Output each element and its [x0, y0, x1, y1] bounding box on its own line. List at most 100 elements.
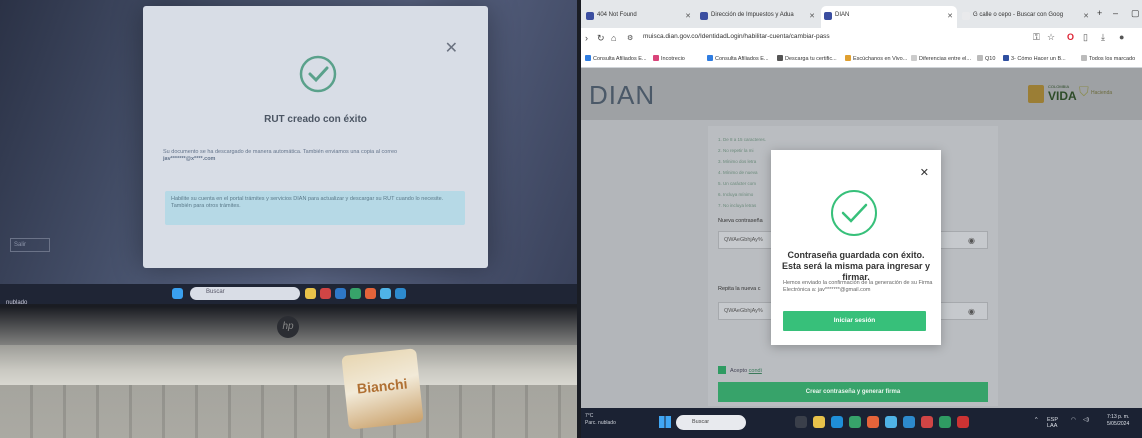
bookmark-item[interactable]: Consulta Afiliados E...	[707, 55, 769, 62]
bookmark-item[interactable]: 3- Cómo Hacer un B...	[1003, 55, 1066, 62]
taskbar-app-icon[interactable]	[320, 288, 331, 299]
eye-off-icon[interactable]: ◉	[968, 236, 975, 245]
eye-off-icon[interactable]: ◉	[968, 307, 975, 316]
weather-caption: nublado	[6, 300, 28, 306]
repeat-password-label: Repita la nueva c	[718, 286, 761, 292]
edge-icon[interactable]	[831, 416, 843, 428]
url-field[interactable]: muisca.dian.gov.co/IdentidadLogin/habili…	[643, 33, 830, 40]
home-icon[interactable]: ⌂	[611, 33, 616, 43]
modal-message: Su documento se ha descargado de manera …	[163, 149, 398, 163]
dialog-message: Hemos enviado la confirmación de la gene…	[783, 280, 933, 293]
close-icon[interactable]: ✕	[445, 38, 458, 58]
bookmark-icon	[653, 55, 659, 61]
close-tab-icon[interactable]: ✕	[809, 12, 815, 20]
taskbar-app-icon[interactable]	[395, 288, 406, 299]
task-view-icon[interactable]	[795, 416, 807, 428]
taskbar-search[interactable]: Buscar	[190, 287, 300, 300]
candy-wrapper: Bianchi	[341, 348, 424, 430]
app-icon[interactable]	[957, 416, 969, 428]
tab-direccion[interactable]: Dirección de Impuestos y Adua ✕	[697, 6, 819, 28]
reload-icon[interactable]: ↻	[597, 33, 605, 44]
app-icon[interactable]	[867, 416, 879, 428]
language-indicator[interactable]: ESP LAA	[1047, 417, 1058, 429]
site-info-icon[interactable]: ⚙	[627, 34, 633, 42]
laptop-photo: ✕ RUT creado con éxito Su documento se h…	[0, 0, 577, 438]
tab-google[interactable]: G calle o cepo - Buscar con Goog ✕	[959, 6, 1093, 28]
forward-icon[interactable]: ›	[585, 33, 588, 43]
key-icon[interactable]: ⚿	[1033, 32, 1040, 43]
windows-taskbar: 7°C Parc. nublado Buscar ^ ESP LAA ◠ ◁) 7…	[581, 408, 1142, 438]
photo-taskbar: Buscar	[0, 284, 577, 304]
hp-logo: hp	[277, 316, 299, 338]
maximize-icon[interactable]: ▢	[1131, 8, 1140, 19]
minimize-icon[interactable]: –	[1113, 8, 1118, 18]
address-bar: › ↻ ⌂ ⚙ muisca.dian.gov.co/IdentidadLogi…	[581, 28, 1142, 50]
shield-icon: ⛉	[1079, 84, 1089, 99]
tab-favicon-icon	[824, 12, 832, 20]
close-icon[interactable]: ✕	[920, 166, 929, 179]
download-icon[interactable]: ⤓	[1101, 32, 1105, 43]
bookmark-icon	[707, 55, 713, 61]
extension-icon[interactable]: O	[1067, 32, 1074, 42]
taskbar-app-icon[interactable]	[305, 288, 316, 299]
bookmark-item[interactable]: Q10	[977, 55, 995, 62]
dian-page: DIAN COLOMBIA VIDA ⛉ Hacienda 1. De 8 a …	[581, 68, 1142, 408]
site-header: DIAN COLOMBIA VIDA ⛉ Hacienda	[581, 68, 1142, 120]
bookmark-icon	[845, 55, 851, 61]
exit-button[interactable]: Salir	[10, 238, 50, 252]
word-icon[interactable]	[903, 416, 915, 428]
hacienda-logo: ⛉ Hacienda	[1079, 84, 1113, 99]
bookmark-item[interactable]: Incotrecio	[653, 55, 685, 62]
taskbar-app-icon[interactable]	[380, 288, 391, 299]
laptop-hinge	[0, 345, 577, 385]
password-saved-dialog: ✕ Contraseña guardada con éxito. Esta se…	[771, 150, 941, 345]
chrome-icon[interactable]	[849, 416, 861, 428]
tray-chevron-icon[interactable]: ^	[1035, 417, 1038, 423]
file-explorer-icon[interactable]	[813, 416, 825, 428]
excel-icon[interactable]	[939, 416, 951, 428]
checkbox-icon[interactable]	[718, 366, 726, 374]
bookmark-item[interactable]: Descarga tu certific...	[777, 55, 837, 62]
wifi-icon[interactable]: ◠	[1071, 417, 1076, 423]
all-bookmarks[interactable]: Todos los marcado	[1081, 55, 1135, 62]
windows-start-icon[interactable]	[172, 288, 183, 299]
pdf-icon[interactable]	[921, 416, 933, 428]
profile-icon[interactable]: ●	[1119, 32, 1124, 42]
close-tab-icon[interactable]: ✕	[1083, 12, 1089, 20]
info-banner: Habilite su cuenta en el portal trámites…	[165, 191, 465, 225]
bookmark-item[interactable]: Consulta Afiliados E...	[585, 55, 647, 62]
create-password-button[interactable]: Crear contraseña y generar firma	[718, 382, 988, 402]
tab-404[interactable]: 404 Not Found ✕	[583, 6, 695, 28]
modal-title: RUT creado con éxito	[264, 114, 367, 125]
bookmark-icon	[585, 55, 591, 61]
colombia-vida-logo: COLOMBIA VIDA	[1026, 83, 1082, 105]
weather-widget[interactable]: 7°C Parc. nublado	[585, 413, 616, 427]
bookmark-icon	[777, 55, 783, 61]
taskbar-search[interactable]: Buscar	[676, 415, 746, 430]
bookmark-icon	[1003, 55, 1009, 61]
taskbar-app-icon[interactable]	[335, 288, 346, 299]
taskbar-app-icon[interactable]	[365, 288, 376, 299]
bookmark-item[interactable]: Escúchanos en Vivo...	[845, 55, 907, 62]
tab-favicon-icon	[586, 12, 594, 20]
clipboard-icon[interactable]: ▯	[1083, 32, 1088, 43]
system-clock[interactable]: 7:13 p. m. 5/05/2024	[1107, 414, 1129, 428]
windows-start-icon[interactable]	[659, 416, 671, 428]
masked-email: jav*******@x****.com	[163, 156, 216, 163]
new-password-label: Nueva contraseña	[718, 218, 763, 224]
tab-favicon-icon	[700, 12, 708, 20]
terms-link[interactable]: condi	[749, 368, 762, 374]
login-button[interactable]: Iniciar sesión	[783, 311, 926, 331]
app-icon[interactable]	[885, 416, 897, 428]
rut-success-modal: ✕ RUT creado con éxito Su documento se h…	[143, 6, 488, 268]
accept-terms-checkbox[interactable]: Acepto condi	[718, 366, 762, 374]
close-tab-icon[interactable]: ✕	[685, 12, 691, 20]
close-tab-icon[interactable]: ✕	[947, 12, 953, 20]
volume-icon[interactable]: ◁)	[1083, 417, 1089, 423]
folder-icon	[1081, 55, 1087, 61]
star-icon[interactable]: ☆	[1047, 32, 1055, 43]
new-tab-button[interactable]: +	[1097, 8, 1102, 18]
bookmark-item[interactable]: Diferencias entre el...	[911, 55, 971, 62]
tab-dian[interactable]: DIAN ✕	[821, 6, 957, 28]
taskbar-app-icon[interactable]	[350, 288, 361, 299]
